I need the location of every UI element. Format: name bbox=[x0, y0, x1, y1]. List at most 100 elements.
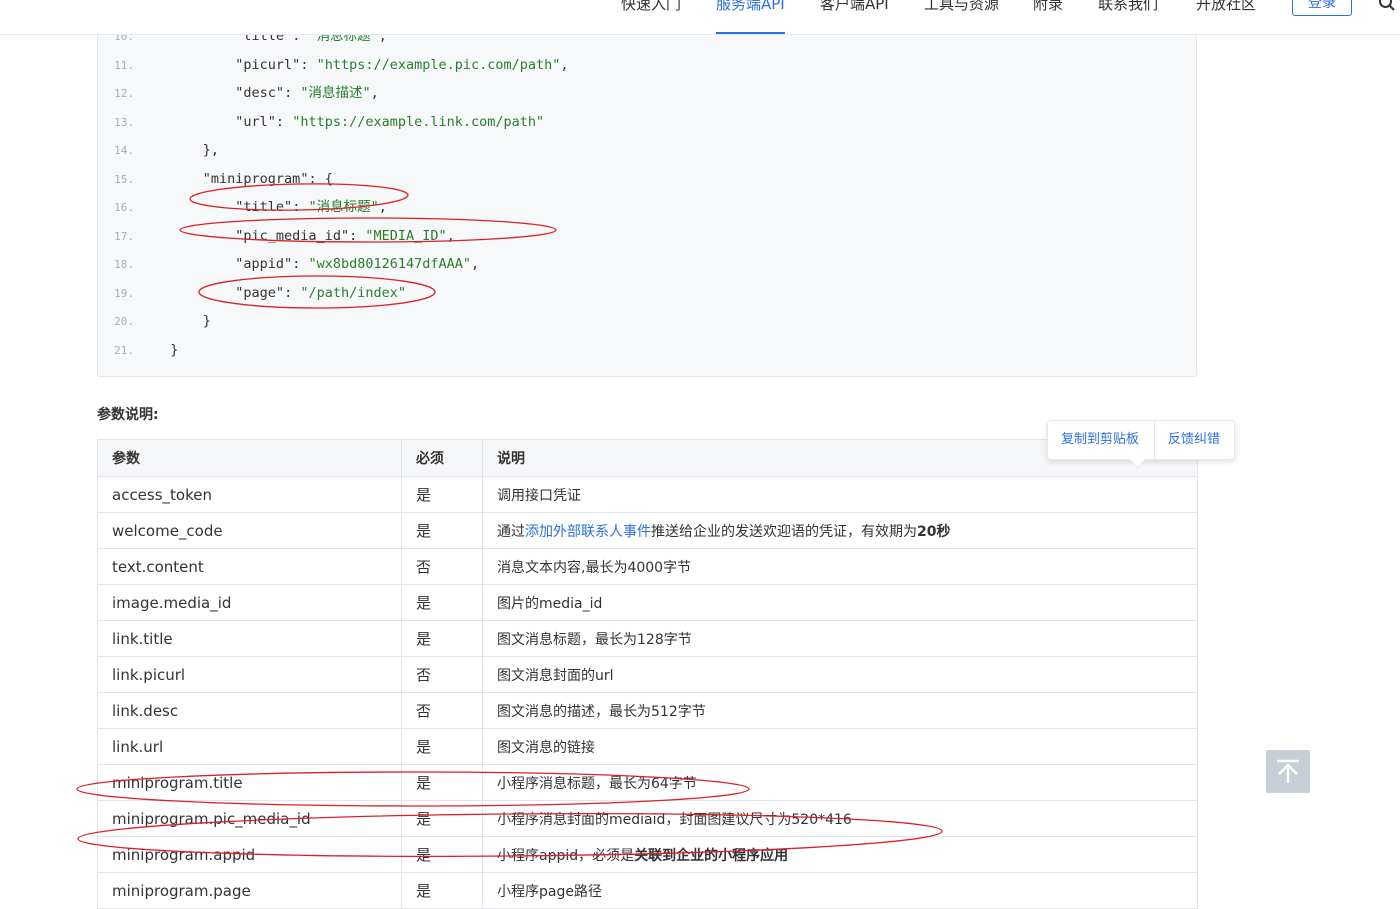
line-number: 13. bbox=[114, 115, 134, 129]
required-cell: 是 bbox=[401, 872, 483, 909]
code-text: } bbox=[154, 336, 178, 364]
code-key: "appid" bbox=[235, 256, 293, 272]
table-row: welcome_code 是通过添加外部联系人事件推送给企业的发送欢迎语的凭证，有… bbox=[97, 512, 1198, 549]
required-cell: 是 bbox=[401, 800, 483, 837]
table-row: link.picurl 否图文消息封面的url bbox=[97, 656, 1198, 693]
code-separator: : bbox=[284, 85, 301, 101]
code-line: 21. } bbox=[98, 336, 178, 364]
params-section-title: 参数说明: bbox=[97, 407, 159, 423]
feedback-button[interactable]: 反馈纠错 bbox=[1168, 421, 1220, 459]
code-separator: : bbox=[349, 227, 366, 244]
line-number: 17. bbox=[114, 229, 134, 243]
code-key: }, bbox=[202, 142, 220, 158]
description-cell: 图文消息的描述，最长为512字节 bbox=[482, 692, 1198, 729]
code-tail: , bbox=[370, 85, 379, 101]
table-row: link.title 是图文消息标题，最长为128字节 bbox=[97, 620, 1198, 657]
nav-open-community[interactable]: 开放社区 bbox=[1196, 0, 1256, 34]
code-value: "消息描述" bbox=[300, 85, 371, 101]
description-emphasis: 20秒 bbox=[917, 523, 951, 540]
header-required: 必须 bbox=[401, 439, 483, 477]
top-navigation: 快速入门 服务端API 客户端API 工具与资源 附录 联系我们 开放社区 登录 bbox=[0, 0, 1400, 35]
code-line: 13. "url": "https://example.link.com/pat… bbox=[98, 108, 544, 136]
param-name-cell: image.media_id bbox=[97, 584, 402, 621]
table-row: image.media_id 是图片的media_id bbox=[97, 584, 1198, 621]
param-name-cell: link.desc bbox=[97, 692, 402, 729]
code-separator: : bbox=[292, 256, 309, 272]
description-text: 小程序appid，必须是 bbox=[497, 847, 635, 864]
code-separator: : bbox=[308, 170, 325, 187]
table-row: link.url 是图文消息的链接 bbox=[97, 728, 1198, 765]
header-param: 参数 bbox=[97, 439, 402, 477]
code-line: 16. "title": "消息标题", bbox=[98, 193, 387, 221]
code-text: "url": "https://example.link.com/path" bbox=[154, 108, 544, 136]
param-name-cell: miniprogram.appid bbox=[97, 836, 402, 873]
required-cell: 是 bbox=[401, 584, 483, 621]
description-cell: 图片的media_id bbox=[482, 584, 1198, 621]
param-name-cell: text.content bbox=[97, 548, 402, 585]
code-separator: : bbox=[284, 284, 301, 301]
table-row: miniprogram.pic_media_id 是小程序消息封面的mediaid… bbox=[97, 800, 1198, 837]
code-text: "title": "消息标题", bbox=[154, 193, 387, 221]
param-name-cell: link.url bbox=[97, 728, 402, 765]
code-example-block: 10. "title": "消息标题", 11. "picurl": "https… bbox=[97, 20, 1197, 377]
table-row: miniprogram.page 是小程序page路径 bbox=[97, 872, 1198, 909]
table-row: text.content 否消息文本内容,最长为4000字节 bbox=[97, 548, 1198, 585]
copy-to-clipboard-button[interactable]: 复制到剪贴板 bbox=[1061, 421, 1139, 459]
code-text: }, bbox=[154, 136, 219, 164]
required-cell: 是 bbox=[401, 728, 483, 765]
required-cell: 否 bbox=[401, 692, 483, 729]
code-text: "page": "/path/index" bbox=[154, 279, 406, 307]
description-cell: 图文消息的链接 bbox=[482, 728, 1198, 765]
add-external-contact-event-link[interactable]: 添加外部联系人事件 bbox=[525, 524, 651, 540]
code-value: "消息标题" bbox=[308, 199, 379, 215]
code-text: "picurl": "https://example.pic.com/path"… bbox=[154, 51, 568, 79]
description-text: 通过 bbox=[497, 523, 525, 540]
nav-contact-us[interactable]: 联系我们 bbox=[1098, 0, 1158, 34]
line-number: 11. bbox=[114, 58, 134, 72]
code-key: } bbox=[202, 313, 211, 329]
param-name-cell: link.title bbox=[97, 620, 402, 657]
line-number: 16. bbox=[114, 201, 134, 214]
nav-appendix[interactable]: 附录 bbox=[1033, 0, 1063, 34]
floating-toolbar: 复制到剪贴板 反馈纠错 bbox=[1047, 420, 1235, 469]
param-name-cell: access_token bbox=[97, 476, 402, 513]
code-line: 17. "pic_media_id": "MEDIA_ID", bbox=[98, 222, 455, 250]
description-cell: 小程序page路径 bbox=[482, 872, 1198, 909]
nav-quickstart[interactable]: 快速入门 bbox=[621, 0, 681, 34]
code-value: "https://example.link.com/path" bbox=[292, 113, 545, 130]
code-text: "miniprogram": { bbox=[154, 165, 333, 193]
code-key: "desc" bbox=[235, 85, 285, 101]
back-to-top-button[interactable] bbox=[1266, 750, 1310, 793]
nav-server-api[interactable]: 服务端API bbox=[716, 0, 785, 34]
line-number: 15. bbox=[114, 172, 134, 186]
param-name-cell: welcome_code bbox=[97, 512, 402, 549]
line-number: 12. bbox=[114, 87, 134, 100]
line-number: 14. bbox=[114, 144, 134, 157]
code-text: "pic_media_id": "MEDIA_ID", bbox=[154, 222, 454, 250]
code-value: "/path/index" bbox=[300, 284, 406, 301]
table-row: miniprogram.title 是小程序消息标题，最长为64字节 bbox=[97, 764, 1198, 801]
nav-tools-resources[interactable]: 工具与资源 bbox=[924, 0, 999, 34]
code-separator: : bbox=[275, 113, 293, 130]
required-cell: 是 bbox=[401, 764, 483, 801]
table-row: access_token 是调用接口凭证 bbox=[97, 476, 1198, 513]
code-key: "miniprogram" bbox=[202, 170, 309, 187]
code-value: "https://example.pic.com/path" bbox=[316, 56, 561, 73]
nav-client-api[interactable]: 客户端API bbox=[820, 0, 889, 34]
param-name-cell: miniprogram.page bbox=[97, 872, 402, 909]
code-key: } bbox=[170, 341, 179, 358]
search-icon[interactable] bbox=[1378, 0, 1396, 12]
required-cell: 是 bbox=[401, 512, 483, 549]
required-cell: 是 bbox=[401, 476, 483, 513]
code-tail: , bbox=[378, 199, 387, 215]
login-button[interactable]: 登录 bbox=[1292, 0, 1352, 16]
code-key: "title" bbox=[235, 199, 293, 215]
